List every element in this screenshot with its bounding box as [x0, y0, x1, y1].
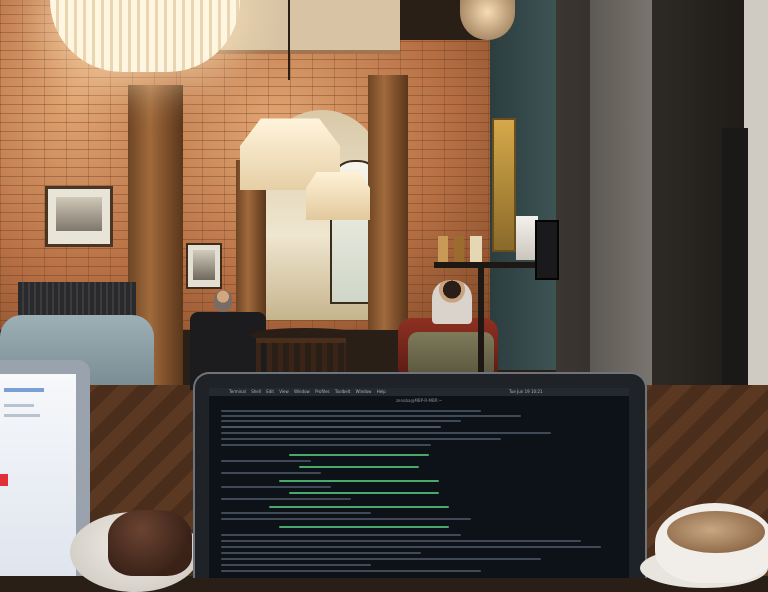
person-seated	[432, 280, 472, 324]
cafe-scene: Terminal Shell Edit View Window Profiles…	[0, 0, 768, 592]
right-pillar	[368, 75, 408, 330]
chocolate-donut	[108, 510, 192, 576]
framed-picture-left	[45, 186, 113, 247]
menu-item-4[interactable]: View	[279, 389, 289, 394]
mac-menu-bar: Terminal Shell Edit View Window Profiles…	[209, 388, 629, 396]
menu-item-1[interactable]: Terminal	[229, 389, 246, 394]
radiator	[18, 282, 136, 318]
menu-item-5[interactable]: Window	[294, 389, 310, 394]
side-table	[434, 262, 546, 268]
side-table-leg	[478, 266, 484, 372]
menu-status: Tue Jun 19 10:21	[509, 389, 543, 394]
coffee-crema	[667, 511, 765, 553]
terminal-title: zenoba@MBP-R-MBR:~	[395, 398, 443, 403]
menu-item-2[interactable]: Shell	[251, 389, 261, 394]
coffee-cup	[655, 503, 768, 583]
framed-picture-right	[492, 118, 516, 252]
menu-item-9[interactable]: Help	[377, 389, 386, 394]
main-laptop-bezel: Terminal Shell Edit View Window Profiles…	[193, 372, 647, 578]
white-pillar	[590, 0, 652, 420]
left-laptop-screen	[0, 374, 76, 576]
tv-screen	[535, 220, 559, 280]
person-background	[214, 290, 232, 312]
bottle-group	[438, 236, 498, 262]
menu-item-7[interactable]: Toolbelt	[335, 389, 350, 394]
framed-picture-center	[186, 243, 222, 289]
chandelier-cord-1	[288, 0, 290, 80]
menu-item-3[interactable]: Edit	[266, 389, 274, 394]
menu-item-6[interactable]: Profiles	[315, 389, 330, 394]
terminal-screen: Terminal Shell Edit View Window Profiles…	[209, 388, 629, 578]
menu-item-8[interactable]: Window	[356, 389, 372, 394]
